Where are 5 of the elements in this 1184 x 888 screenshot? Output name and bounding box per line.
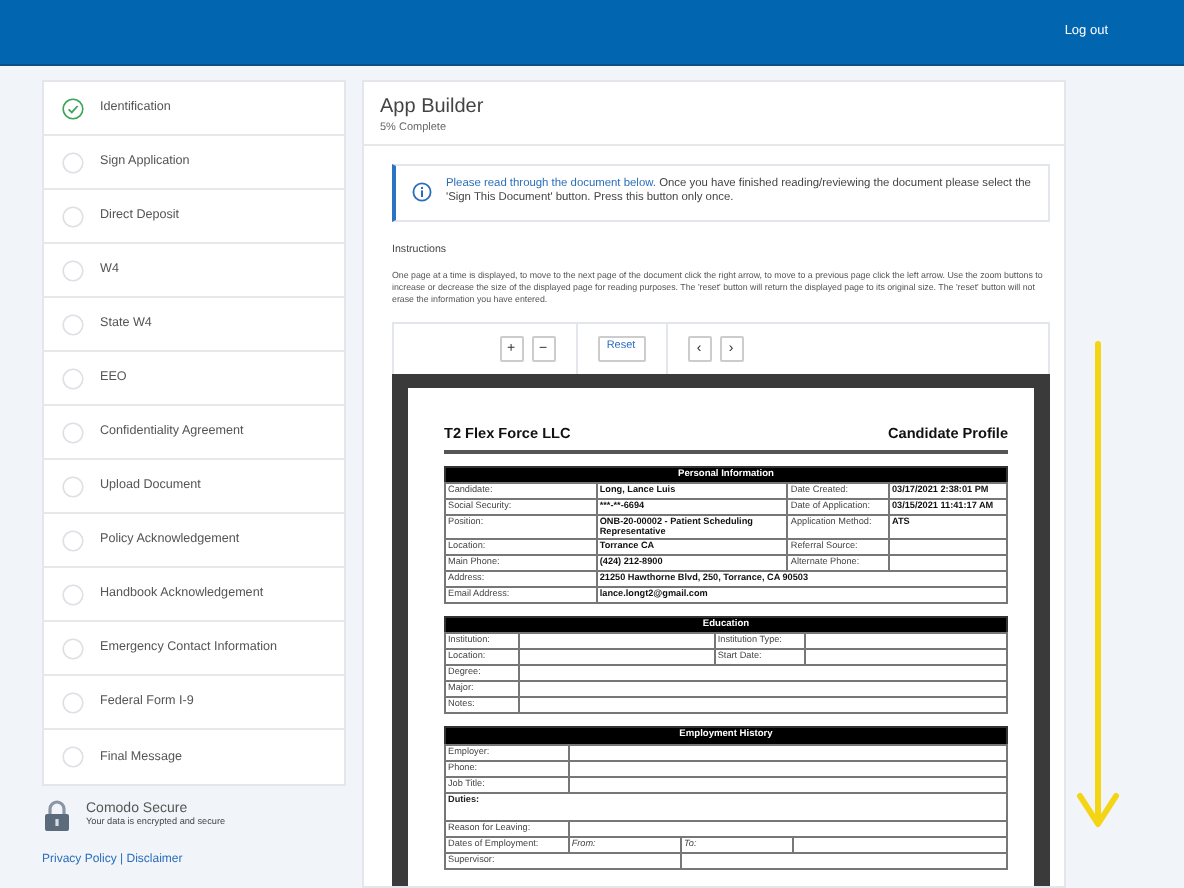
table-cell xyxy=(888,555,1007,572)
lock-icon xyxy=(44,800,70,832)
info-icon xyxy=(412,182,432,203)
panel-title: App Builder xyxy=(380,96,486,120)
table-cell xyxy=(888,539,1007,556)
